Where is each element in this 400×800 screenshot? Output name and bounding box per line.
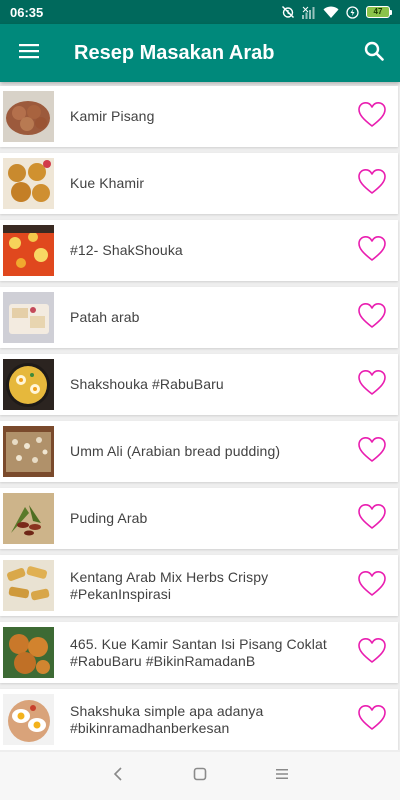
battery-level: 47 [366, 6, 390, 18]
recipe-thumbnail [3, 627, 54, 678]
recipe-thumbnail [3, 225, 54, 276]
recipe-title: Shakshouka #RabuBaru [70, 376, 224, 392]
recipe-title: Kentang Arab Mix Herbs Crispy #PekanInsp… [70, 568, 269, 602]
heart-outline-icon [357, 235, 387, 267]
app-bar: Resep Masakan Arab [0, 24, 400, 82]
system-nav-bar [0, 752, 400, 800]
recipe-item[interactable]: 465. Kue Kamir Santan Isi Pisang Coklat … [0, 622, 398, 683]
hamburger-menu-icon [19, 43, 39, 64]
heart-outline-icon [357, 168, 387, 200]
back-chevron-icon [113, 766, 123, 786]
recipe-title: #12- ShakShouka [70, 242, 183, 258]
recipe-item[interactable]: #12- ShakShouka [0, 220, 398, 281]
recipe-thumbnail [3, 292, 54, 343]
favorite-button[interactable] [357, 235, 387, 267]
recipe-item[interactable]: Kue Khamir [0, 153, 398, 214]
heart-outline-icon [357, 436, 387, 468]
favorite-button[interactable] [357, 436, 387, 468]
recents-menu-icon [275, 767, 289, 785]
nav-recents-button[interactable] [241, 752, 323, 800]
search-button[interactable] [348, 24, 400, 82]
recipe-thumbnail [3, 426, 54, 477]
home-square-icon [193, 767, 207, 786]
favorite-button[interactable] [357, 570, 387, 602]
heart-outline-icon [357, 503, 387, 535]
favorite-button[interactable] [357, 101, 387, 133]
heart-outline-icon [357, 369, 387, 401]
recipe-item[interactable]: Shakshouka #RabuBaru [0, 354, 398, 415]
status-time: 06:35 [10, 4, 44, 20]
nav-home-button[interactable] [159, 752, 241, 800]
app-title: Resep Masakan Arab [74, 41, 275, 64]
recipe-item[interactable]: Shakshuka simple apa adanya #bikinramadh… [0, 689, 398, 750]
nav-back-button[interactable] [77, 752, 159, 800]
recipe-title: Umm Ali (Arabian bread pudding) [70, 443, 281, 459]
favorite-button[interactable] [357, 369, 387, 401]
wifi-icon [323, 6, 339, 19]
favorite-button[interactable] [357, 637, 387, 669]
recipe-title: Puding Arab [70, 510, 148, 526]
recipe-thumbnail [3, 493, 54, 544]
favorite-button[interactable] [357, 302, 387, 334]
power-saver-icon [346, 5, 359, 19]
heart-outline-icon [357, 302, 387, 334]
recipe-thumbnail [3, 158, 54, 209]
recipe-thumbnail [3, 359, 54, 410]
heart-outline-icon [357, 570, 387, 602]
favorite-button[interactable] [357, 503, 387, 535]
recipe-list[interactable]: Kamir Pisang Kue Khamir #12- ShakShouka … [0, 84, 400, 750]
alarm-off-icon [281, 5, 295, 19]
recipe-title: 465. Kue Kamir Santan Isi Pisang Coklat … [70, 635, 327, 669]
recipe-title: Shakshuka simple apa adanya #bikinramadh… [70, 702, 264, 736]
favorite-button[interactable] [357, 704, 387, 736]
recipe-thumbnail [3, 560, 54, 611]
recipe-item[interactable]: Kamir Pisang [0, 86, 398, 147]
heart-outline-icon [357, 101, 387, 133]
battery-tip [390, 9, 392, 15]
heart-outline-icon [357, 637, 387, 669]
favorite-button[interactable] [357, 168, 387, 200]
recipe-thumbnail [3, 91, 54, 142]
recipe-title: Kue Khamir [70, 175, 145, 191]
signal-icon [302, 6, 316, 19]
recipe-thumbnail [3, 694, 54, 745]
status-icons: 47 [281, 5, 392, 19]
menu-button[interactable] [1, 24, 57, 82]
recipe-item[interactable]: Patah arab [0, 287, 398, 348]
recipe-title: Patah arab [70, 309, 140, 325]
status-bar: 06:35 47 [0, 0, 400, 24]
heart-outline-icon [357, 704, 387, 736]
recipe-item[interactable]: Puding Arab [0, 488, 398, 549]
recipe-item[interactable]: Umm Ali (Arabian bread pudding) [0, 421, 398, 482]
search-icon [364, 41, 384, 66]
recipe-title: Kamir Pisang [70, 108, 155, 124]
battery-icon: 47 [366, 6, 392, 18]
recipe-item[interactable]: Kentang Arab Mix Herbs Crispy #PekanInsp… [0, 555, 398, 616]
